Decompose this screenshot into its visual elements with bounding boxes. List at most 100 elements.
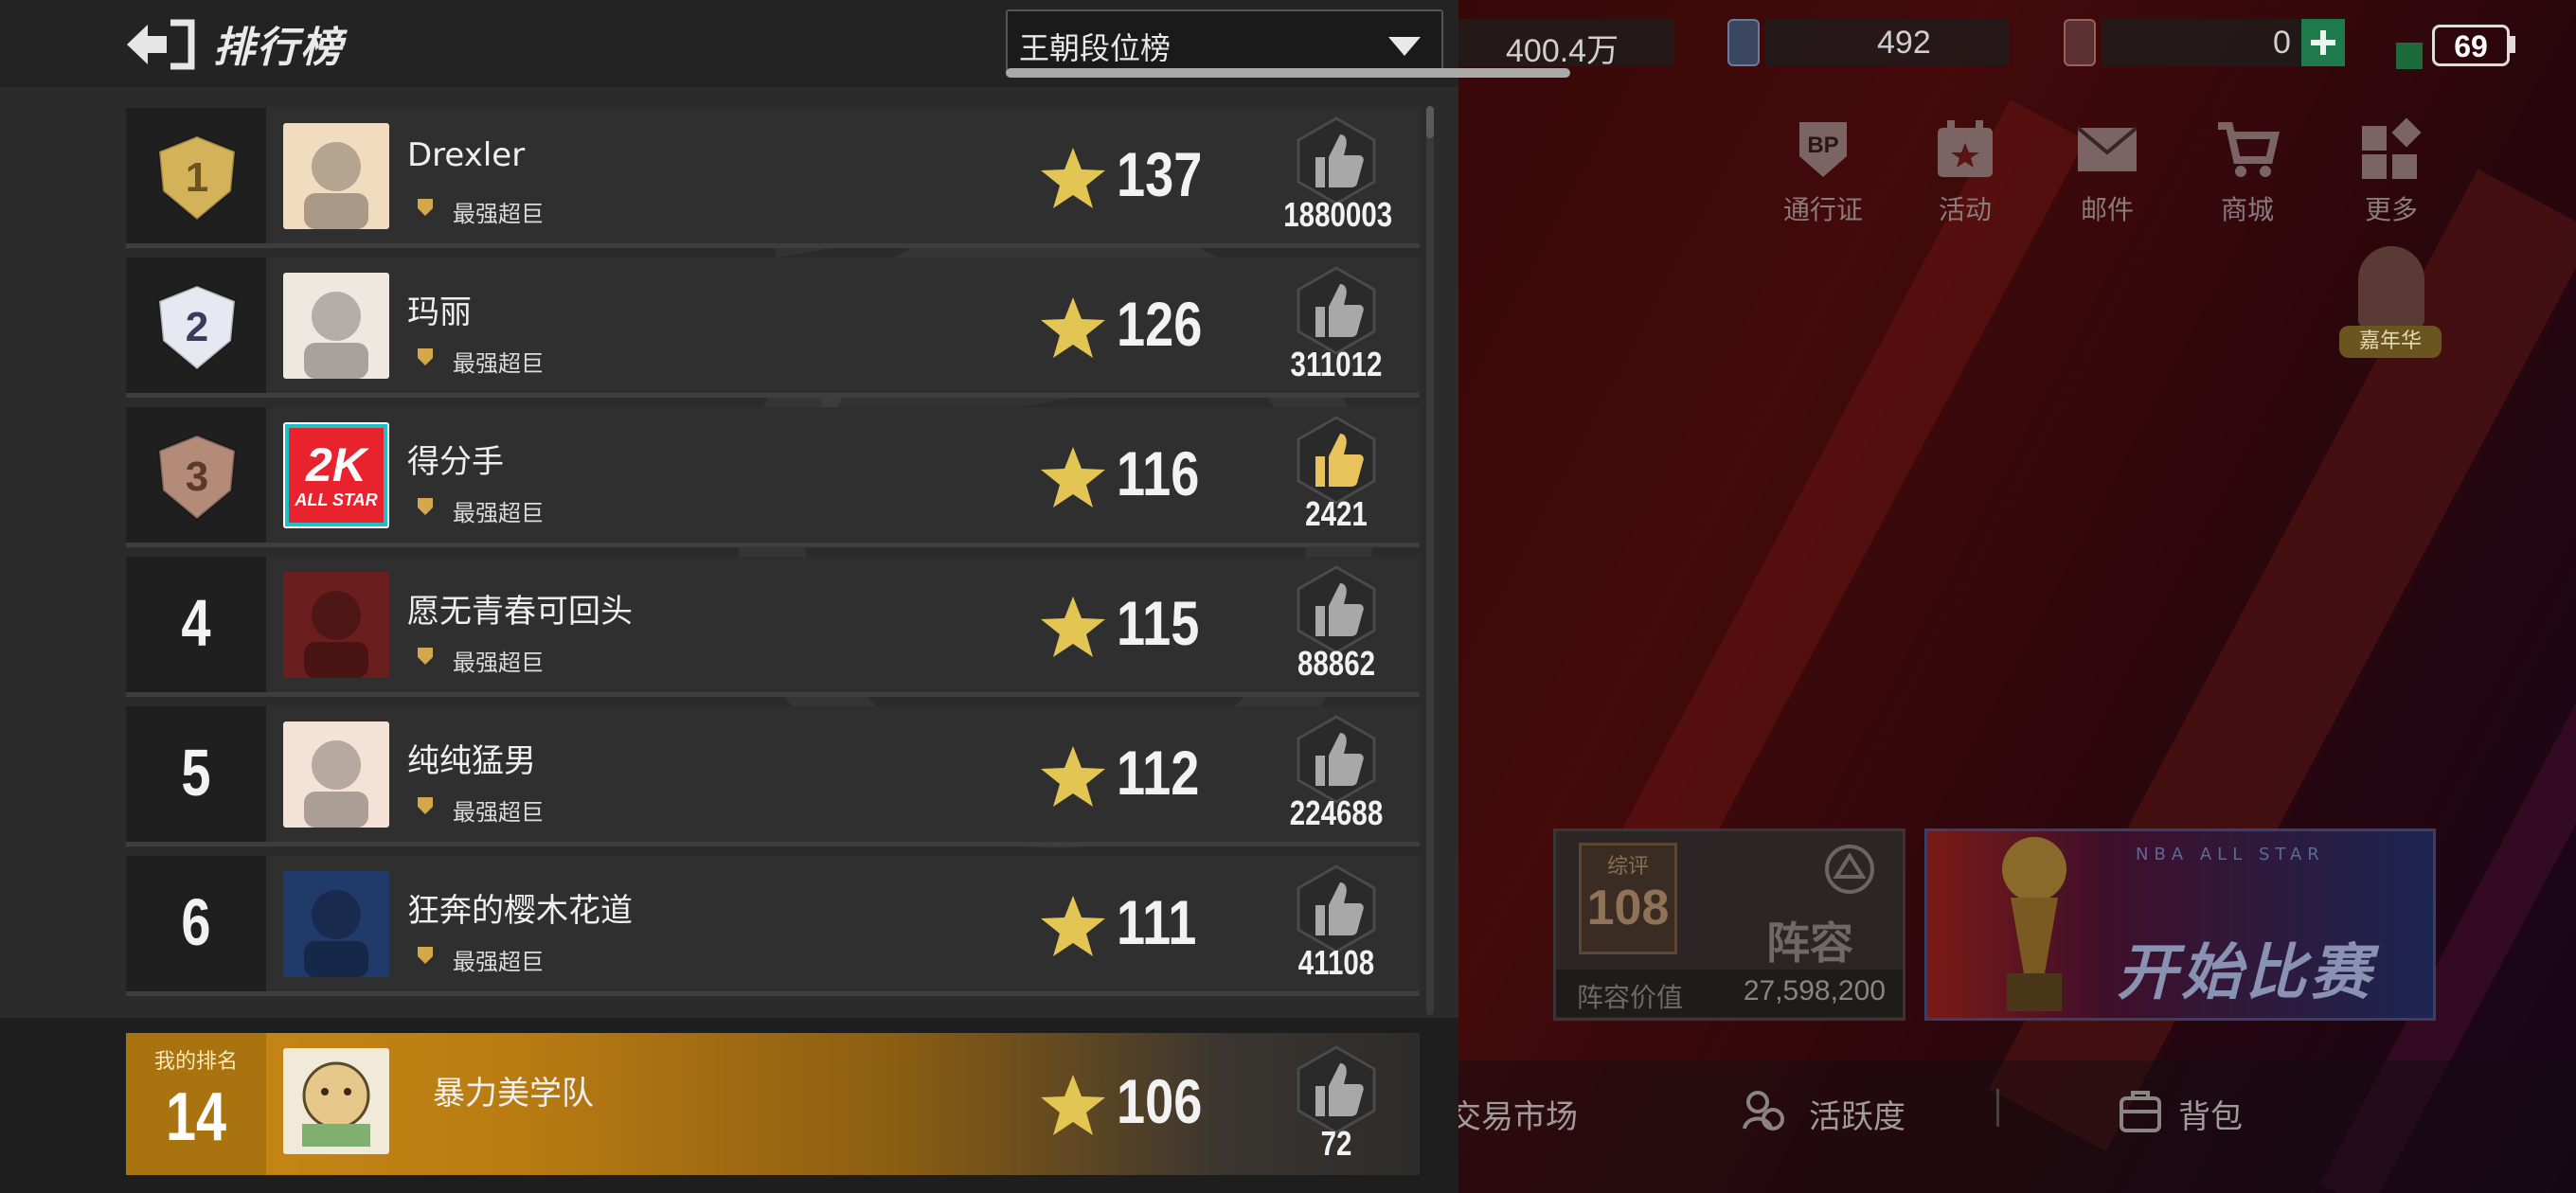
thumbs-up-icon[interactable] <box>1291 265 1382 356</box>
lineup-title: 阵容 <box>1766 917 1853 969</box>
player-name: Drexler <box>407 136 526 174</box>
thumbs-up-icon[interactable] <box>1291 864 1382 954</box>
rank-cell: 1 <box>126 108 266 243</box>
player-score: 115 <box>1117 588 1200 658</box>
gem-icon <box>1727 19 1760 66</box>
menu-label: 活动 <box>1938 194 1992 225</box>
leaderboard-row[interactable]: 1 Drexler 最强超巨 137 1880003 <box>126 108 1420 248</box>
add-token-button[interactable] <box>2301 19 2345 66</box>
board-selector[interactable]: 王朝段位榜 <box>1006 9 1443 76</box>
thumbs-up-icon[interactable] <box>1291 1044 1382 1135</box>
leaderboard-row[interactable]: 2 玛丽 最强超巨 126 311012 <box>126 258 1420 398</box>
player-name: 纯纯猛男 <box>407 742 536 780</box>
coin-value: 400.4万 <box>1506 33 1619 69</box>
lineup-value: 27,598,200 <box>1743 975 1886 1006</box>
rank-cell: 3 <box>126 407 266 543</box>
token-value: 0 <box>2273 25 2291 61</box>
rank-medal-icon: 1 <box>157 134 237 222</box>
thumbs-up-icon[interactable] <box>1291 564 1382 655</box>
thumbs-up-icon[interactable] <box>1291 415 1382 506</box>
backpack-icon <box>2120 1091 2161 1132</box>
my-rank-row[interactable]: 我的排名 14 暴力美学队 106 72 <box>126 1033 1420 1175</box>
thumbs-up-icon[interactable] <box>1291 714 1382 805</box>
list-scrollbar[interactable] <box>1426 106 1434 1015</box>
rank-number: 2 <box>186 304 208 350</box>
avatar[interactable] <box>283 871 389 977</box>
lineup-card[interactable]: 综评 108 阵容 阵容价值 27,598,200 <box>1553 828 1905 1021</box>
leaderboard-row[interactable]: 3 2K ALL STAR 得分手 最强超巨 116 2421 <box>126 407 1420 547</box>
menu-label: 更多 <box>2364 194 2418 225</box>
avatar[interactable] <box>283 123 389 229</box>
trophy-icon <box>2002 837 2066 1011</box>
menu-label: 商城 <box>2220 194 2274 225</box>
player-name: 狂奔的樱木花道 <box>407 892 633 930</box>
player-title: 最强超巨 <box>453 949 544 975</box>
game-screen: { "header": {"title": "排行榜", "selected_b… <box>0 0 2576 1193</box>
team-logo-icon <box>1825 845 1874 894</box>
rating-label: 综评 <box>1606 855 1649 879</box>
player-title: 最强超巨 <box>453 500 544 526</box>
title-badge-icon <box>418 947 433 964</box>
my-rank-cell: 我的排名 14 <box>126 1033 266 1175</box>
back-button[interactable] <box>123 17 197 72</box>
player-title: 最强超巨 <box>453 650 544 676</box>
avatar[interactable] <box>283 273 389 379</box>
nav-backpack[interactable]: 背包 <box>2178 1091 2243 1137</box>
like-count: 224688 <box>1289 793 1384 832</box>
player-name: 愿无青春可回头 <box>407 593 633 631</box>
menu-label: 通行证 <box>1782 194 1863 225</box>
nav-divider <box>1996 1089 1999 1127</box>
avatar[interactable]: 2K ALL STAR <box>283 422 389 528</box>
rank-medal-icon: 2 <box>157 284 237 371</box>
thumbs-up-icon[interactable] <box>1291 116 1382 206</box>
player-score: 112 <box>1117 738 1200 808</box>
rank-number: 5 <box>181 736 211 810</box>
selector-underline <box>1006 68 1570 78</box>
start-game-button[interactable]: NBA ALL STAR 开始比赛 <box>1924 828 2436 1021</box>
star-icon <box>1041 1075 1105 1135</box>
my-rank-label: 我的排名 <box>153 1050 238 1074</box>
rating-badge: 综评 108 <box>1579 843 1677 954</box>
star-icon <box>1041 447 1105 507</box>
menu-label: 邮件 <box>2080 194 2134 225</box>
chevron-down-icon <box>1388 37 1421 56</box>
player-score: 111 <box>1117 887 1197 957</box>
svg-text:ALL STAR: ALL STAR <box>294 490 377 509</box>
star-icon <box>1041 596 1105 657</box>
title-badge-icon <box>418 648 433 665</box>
battery-icon: 69 <box>2432 25 2510 66</box>
lineup-value-label: 阵容价值 <box>1577 982 1684 1013</box>
mail-icon <box>2076 126 2138 171</box>
rank-number: 3 <box>186 454 208 500</box>
rank-number: 1 <box>186 154 208 201</box>
title-badge-icon <box>418 498 433 515</box>
token-bar <box>2102 19 2300 66</box>
scrollbar-thumb[interactable] <box>1426 106 1434 138</box>
rating-value: 108 <box>1586 881 1670 935</box>
title-badge-icon <box>418 348 433 365</box>
player-title: 最强超巨 <box>453 201 544 227</box>
leaderboard-row[interactable]: 6 狂奔的樱木花道 最强超巨 111 41108 <box>126 856 1420 996</box>
plus-icon <box>2311 30 2335 55</box>
pass-bp-icon: BP <box>1799 122 1847 177</box>
my-player-name: 暴力美学队 <box>433 1075 594 1113</box>
like-count: 1880003 <box>1283 195 1393 234</box>
avatar[interactable] <box>283 572 389 678</box>
carnival-button[interactable]: 嘉年华 <box>2339 246 2442 360</box>
like-count: 2421 <box>1305 494 1368 533</box>
title-badge-icon <box>418 199 433 216</box>
avatar[interactable] <box>283 721 389 828</box>
start-label: 开始比赛 <box>2117 938 2374 1008</box>
player-title: 最强超巨 <box>453 350 544 377</box>
title-badge-icon <box>418 797 433 814</box>
player-score: 116 <box>1117 438 1200 508</box>
player-name: 得分手 <box>407 443 504 481</box>
leaderboard-row[interactable]: 4 愿无青春可回头 最强超巨 115 88862 <box>126 557 1420 697</box>
rank-cell: 5 <box>126 706 266 842</box>
carnival-label: 嘉年华 <box>2339 326 2442 358</box>
nav-activity[interactable]: 活跃度 <box>1809 1091 1905 1137</box>
svg-text:2K: 2K <box>305 438 370 491</box>
token-icon <box>2064 19 2096 66</box>
nav-market[interactable]: 交易市场 <box>1449 1091 1578 1137</box>
leaderboard-row[interactable]: 5 纯纯猛男 最强超巨 112 224688 <box>126 706 1420 846</box>
